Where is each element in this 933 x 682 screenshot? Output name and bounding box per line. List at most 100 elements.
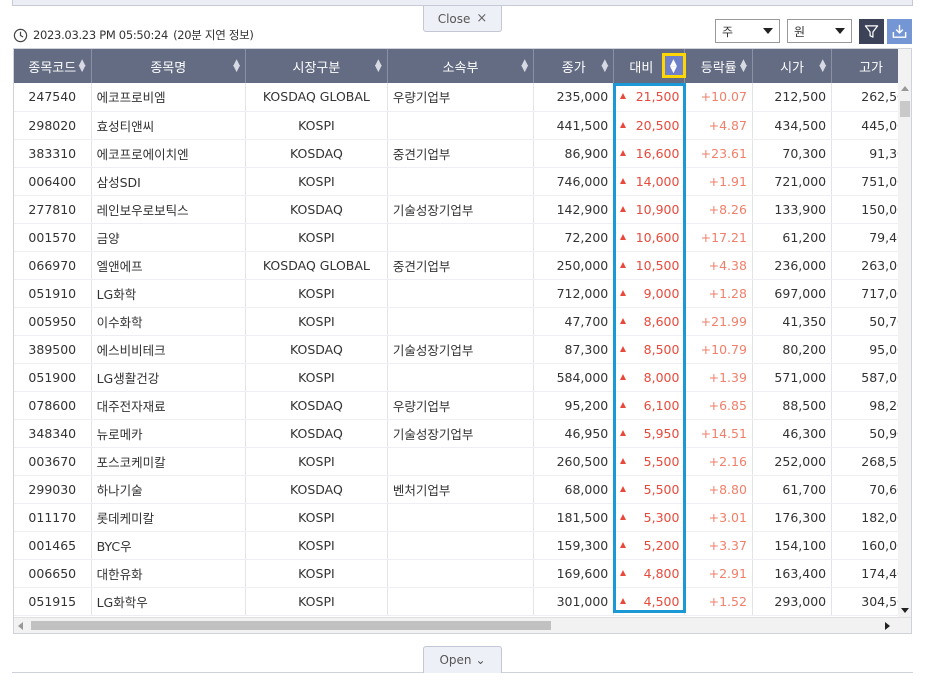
- stock-table: 종목코드 ▲ ▼ 종목명 ▲ ▼ 시장구분 ▲ ▼ 소속부 ▲ ▼ 종가 ▲ ▼ 대비 등락률 ▲ ▼ 시가 ▲ ▼ 고가 …: [14, 49, 911, 616]
- market-value: KOSPI: [298, 117, 335, 133]
- up-triangle-icon: [620, 373, 627, 380]
- table-row[interactable]: 051915 LG화학우 KOSPI 301,000 4,500 +1.52 293,000…: [14, 587, 911, 616]
- column-header-label: 고가: [859, 60, 884, 76]
- sort-icon[interactable]: ▲ ▼: [740, 59, 747, 74]
- change-cell: 8,600: [613, 307, 686, 336]
- department-cell: 기술성장기업부: [387, 195, 535, 224]
- vertical-scroll-thumb[interactable]: [900, 101, 910, 117]
- table-row[interactable]: 001465 BYC우 KOSPI 159,300 5,200 +3.37 154,100 1…: [14, 531, 911, 560]
- horizontal-scroll-thumb[interactable]: [31, 621, 551, 630]
- vertical-scrollbar[interactable]: [898, 83, 911, 617]
- sort-icon[interactable]: ▲ ▼: [521, 59, 528, 74]
- close-price-cell: 260,500: [533, 447, 615, 476]
- close-price-value: 181,500: [556, 509, 609, 525]
- table-row[interactable]: 078600 대주전자재료 KOSDAQ 우량기업부 95,200 6,100 +6.85 8…: [14, 391, 911, 420]
- close-price-value: 441,500: [556, 117, 609, 133]
- download-icon: [892, 24, 907, 38]
- table-row[interactable]: 299030 하나기술 KOSDAQ 벤처기업부 68,000 5,500 +8.80 61,…: [14, 475, 911, 504]
- download-button[interactable]: [887, 19, 912, 44]
- change-value: 10,500: [635, 257, 680, 273]
- market-cell: KOSPI: [245, 279, 388, 308]
- data-timestamp: 2023.03.23 PM 05:50:24 (20분 지연 정보): [13, 26, 254, 44]
- column-header[interactable]: 시장구분 ▲ ▼: [245, 49, 388, 83]
- column-header[interactable]: 시가 ▲ ▼: [752, 49, 833, 83]
- close-price-value: 712,000: [556, 285, 609, 301]
- table-row[interactable]: 383310 에코프로에이치엔 KOSDAQ 중견기업부 86,900 16,600 +23…: [14, 139, 911, 168]
- open-panel-button[interactable]: Open ⌄: [423, 646, 502, 673]
- currency-select[interactable]: 원: [787, 19, 852, 43]
- table-row[interactable]: 005950 이수화학 KOSPI 47,700 8,600 +21.99 41,350 50…: [14, 307, 911, 336]
- filter-button[interactable]: [859, 19, 884, 44]
- scroll-up-icon[interactable]: [901, 86, 909, 91]
- department-cell: [387, 223, 535, 252]
- change-rate-cell: +6.85: [684, 391, 753, 420]
- close-price-cell: 441,500: [533, 111, 615, 140]
- stock-code-cell: 001570: [14, 223, 92, 252]
- table-row[interactable]: 011170 롯데케미칼 KOSPI 181,500 5,300 +3.01 176,300…: [14, 503, 911, 532]
- close-panel-button[interactable]: Close ×: [423, 6, 502, 32]
- stock-code-cell: 005950: [14, 307, 92, 336]
- table-row[interactable]: 389500 에스비비테크 KOSDAQ 기술성장기업부 87,300 8,500 +10.…: [14, 335, 911, 364]
- unit-select[interactable]: 주: [715, 19, 780, 43]
- table-row[interactable]: 298020 효성티앤씨 KOSPI 441,500 20,500 +4.87 434,50…: [14, 111, 911, 140]
- column-header-label: 대비: [629, 60, 654, 76]
- column-header-label: 시가: [780, 60, 804, 76]
- column-header[interactable]: 소속부 ▲ ▼: [387, 49, 535, 83]
- table-row[interactable]: 006650 대한유화 KOSPI 169,600 4,800 +2.91 163,400 1…: [14, 559, 911, 588]
- table-row[interactable]: 051900 LG생활건강 KOSPI 584,000 8,000 +1.39 571,00…: [14, 363, 911, 392]
- change-rate-value: +3.37: [708, 537, 747, 553]
- scroll-right-icon[interactable]: [885, 622, 890, 630]
- sort-icon[interactable]: ▲ ▼: [79, 59, 86, 74]
- scroll-down-icon[interactable]: [901, 608, 909, 613]
- horizontal-scrollbar[interactable]: [14, 617, 911, 633]
- sort-icon[interactable]: ▲ ▼: [819, 59, 826, 74]
- open-price-cell: 61,200: [752, 223, 833, 252]
- table-row[interactable]: 348340 뉴로메카 KOSDAQ 기술성장기업부 46,950 5,950 +14.51…: [14, 419, 911, 448]
- column-header[interactable]: 종목명 ▲ ▼: [91, 49, 247, 83]
- stock-code-value: 001570: [28, 229, 77, 245]
- scroll-left-icon[interactable]: [18, 622, 23, 630]
- close-price-value: 260,500: [556, 453, 609, 469]
- table-body: 247540 에코프로비엠 KOSDAQ GLOBAL 우량기업부 235,000 21,…: [14, 83, 911, 616]
- department-cell: [387, 279, 535, 308]
- column-header[interactable]: 종목코드 ▲ ▼: [14, 49, 92, 83]
- chevron-down-icon: ⌄: [475, 653, 486, 667]
- up-triangle-icon: [620, 233, 627, 240]
- department-value: 우량기업부: [392, 90, 451, 106]
- market-cell: KOSPI: [245, 363, 388, 392]
- column-header[interactable]: 대비: [613, 49, 686, 83]
- table-row[interactable]: 277810 레인보우로보틱스 KOSDAQ 기술성장기업부 142,900 10,900…: [14, 195, 911, 224]
- table-row[interactable]: 247540 에코프로비엠 KOSDAQ GLOBAL 우량기업부 235,000 21,…: [14, 83, 911, 112]
- stock-code-cell: 298020: [14, 111, 92, 140]
- change-rate-cell: +4.87: [684, 111, 753, 140]
- stock-code-cell: 051910: [14, 279, 92, 308]
- table-row[interactable]: 001570 금양 KOSPI 72,200 10,600 +17.21 61,200 79,…: [14, 223, 911, 252]
- table-row[interactable]: 051910 LG화학 KOSPI 712,000 9,000 +1.28 697,000 7…: [14, 279, 911, 308]
- sort-icon[interactable]: ▲ ▼: [601, 59, 608, 74]
- department-value: 중견기업부: [392, 258, 451, 274]
- change-value: 4,500: [643, 593, 680, 609]
- table-row[interactable]: 003670 포스코케미칼 KOSPI 260,500 5,500 +2.16 252,00…: [14, 447, 911, 476]
- change-rate-cell: +4.38: [684, 251, 753, 280]
- table-row[interactable]: 066970 엘앤에프 KOSDAQ GLOBAL 중견기업부 250,000 10,50…: [14, 251, 911, 280]
- market-cell: KOSPI: [245, 559, 388, 588]
- stock-code-cell: 247540: [14, 83, 92, 112]
- sort-icon[interactable]: ▲ ▼: [375, 59, 382, 74]
- open-price-value: 61,700: [782, 481, 827, 497]
- change-rate-value: +1.52: [708, 593, 747, 609]
- change-value: 5,500: [643, 481, 680, 497]
- change-rate-value: +23.61: [700, 145, 747, 161]
- column-header[interactable]: 등락률 ▲ ▼: [684, 49, 753, 83]
- column-header[interactable]: 종가 ▲ ▼: [533, 49, 615, 83]
- market-value: KOSPI: [298, 229, 335, 245]
- table-row[interactable]: 006400 삼성SDI KOSPI 746,000 14,000 +1.91 721,00…: [14, 167, 911, 196]
- stock-name-value: 뉴로메카: [96, 426, 143, 442]
- up-triangle-icon: [620, 541, 627, 548]
- stock-code-cell: 078600: [14, 391, 92, 420]
- close-price-cell: 86,900: [533, 139, 615, 168]
- column-header-label: 종목코드: [28, 60, 77, 76]
- stock-name-cell: 레인보우로보틱스: [91, 195, 247, 224]
- sort-icon[interactable]: ▲ ▼: [233, 59, 240, 74]
- department-cell: [387, 503, 535, 532]
- open-price-cell: 70,300: [752, 139, 833, 168]
